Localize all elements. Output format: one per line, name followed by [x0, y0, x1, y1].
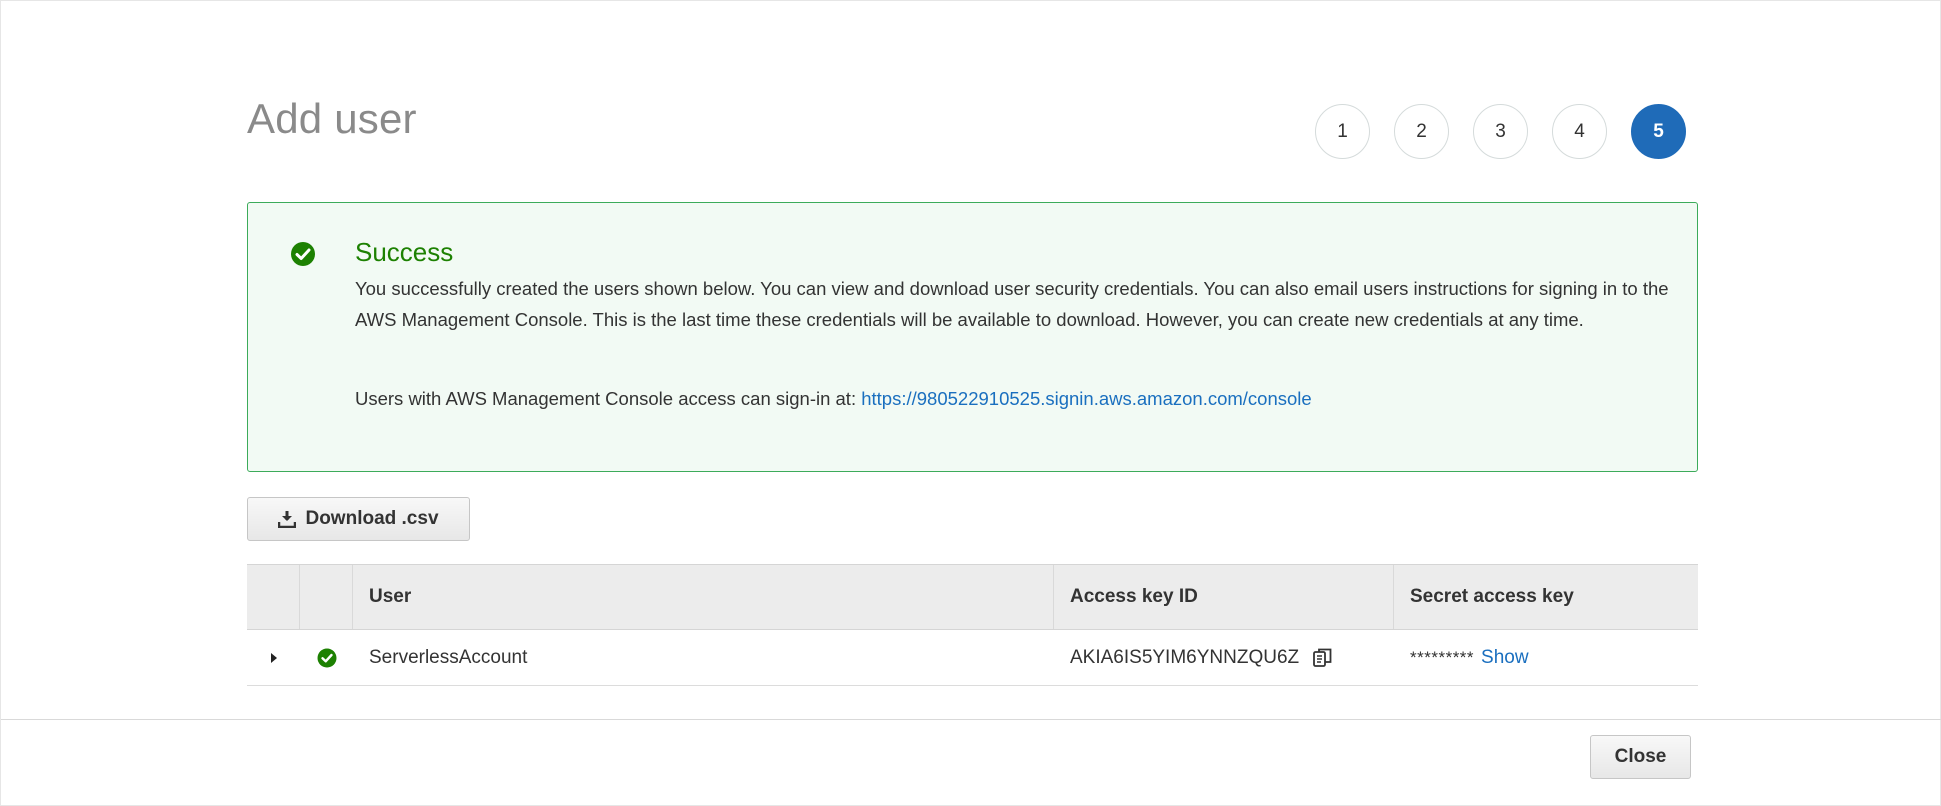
signin-text: Users with AWS Management Console access… — [355, 388, 857, 409]
step-1[interactable]: 1 — [1315, 104, 1370, 159]
step-3[interactable]: 3 — [1473, 104, 1528, 159]
header-user[interactable]: User — [353, 565, 1054, 629]
step-2[interactable]: 2 — [1394, 104, 1449, 159]
secret-key-cell: ********* Show — [1394, 647, 1698, 669]
step-5[interactable]: 5 — [1631, 104, 1686, 159]
users-table: User Access key ID Secret access key Ser… — [247, 564, 1698, 686]
access-key-id: AKIA6IS5YIM6YNNZQU6Z — [1070, 646, 1300, 668]
secret-key-masked: ********* — [1410, 647, 1475, 667]
download-csv-label: Download .csv — [305, 508, 439, 529]
header-expand — [247, 565, 300, 629]
caret-right-icon — [270, 652, 277, 663]
check-circle-icon — [291, 242, 315, 266]
user-name: ServerlessAccount — [369, 646, 528, 668]
wizard-steps: 1 2 3 4 5 — [1315, 104, 1686, 159]
signin-url-link[interactable]: https://980522910525.signin.aws.amazon.c… — [861, 388, 1311, 409]
row-status — [300, 648, 353, 668]
add-user-page: Add user 1 2 3 4 5 Success You successfu… — [0, 0, 1941, 806]
close-button[interactable]: Close — [1590, 735, 1691, 779]
check-circle-icon — [317, 648, 336, 667]
header-status — [300, 565, 353, 629]
table-row: ServerlessAccount AKIA6IS5YIM6YNNZQU6Z *… — [247, 630, 1698, 686]
header-secret-access-key[interactable]: Secret access key — [1394, 565, 1698, 629]
download-csv-button[interactable]: Download .csv — [247, 497, 470, 541]
step-4[interactable]: 4 — [1552, 104, 1607, 159]
success-alert: Success You successfully created the use… — [247, 202, 1698, 472]
signin-info: Users with AWS Management Console access… — [355, 388, 1312, 410]
show-secret-link[interactable]: Show — [1481, 647, 1529, 669]
table-header: User Access key ID Secret access key — [247, 564, 1698, 630]
header-access-key-id[interactable]: Access key ID — [1054, 565, 1394, 629]
alert-body: You successfully created the users shown… — [355, 278, 1669, 330]
expand-row-toggle[interactable] — [247, 652, 300, 664]
access-key-cell: AKIA6IS5YIM6YNNZQU6Z — [1054, 646, 1394, 670]
copy-icon[interactable] — [1311, 646, 1335, 670]
download-icon — [278, 511, 297, 528]
alert-title: Success — [355, 237, 454, 267]
footer-divider — [1, 719, 1941, 720]
page-title: Add user — [247, 95, 417, 142]
